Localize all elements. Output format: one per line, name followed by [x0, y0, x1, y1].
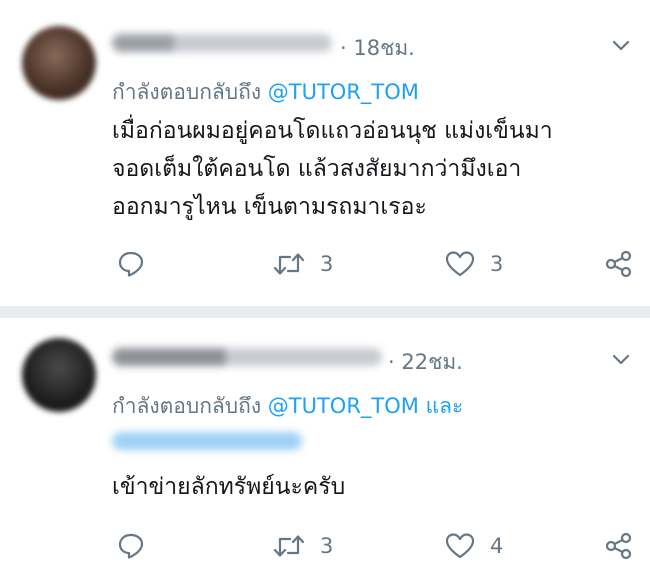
replying-to-label: กำลังตอบกลับถึง — [112, 80, 262, 104]
like-button[interactable]: 4 — [444, 526, 503, 566]
retweet-icon — [273, 253, 305, 275]
reply-icon — [118, 251, 144, 277]
heart-icon — [445, 251, 475, 277]
retweet-count: 3 — [320, 252, 334, 276]
tweet-divider — [0, 306, 650, 318]
author-name-blurred[interactable] — [112, 34, 332, 52]
like-button[interactable]: 3 — [444, 244, 503, 284]
share-icon — [605, 532, 632, 560]
retweet-icon — [273, 535, 305, 557]
replying-to: กำลังตอบกลับถึง @TUTOR_TOM และ — [112, 390, 463, 423]
replying-to: กำลังตอบกลับถึง @TUTOR_TOM — [112, 76, 419, 109]
tweet-reply[interactable]: · 18ชม. กำลังตอบกลับถึง @TUTOR_TOM เมื่อ… — [0, 0, 650, 306]
mention-link[interactable]: @TUTOR_TOM — [268, 394, 419, 418]
avatar[interactable] — [22, 26, 96, 100]
retweet-count: 3 — [320, 534, 334, 558]
tweet-timestamp[interactable]: · 22ชม. — [388, 346, 463, 379]
reply-icon — [118, 533, 144, 559]
mention-link[interactable]: @TUTOR_TOM — [268, 80, 419, 104]
tweet-reply[interactable]: · 22ชม. กำลังตอบกลับถึง @TUTOR_TOM และ เ… — [0, 318, 650, 575]
tweet-actions: 3 3 — [0, 244, 650, 284]
retweet-button[interactable]: 3 — [272, 244, 333, 284]
heart-icon — [445, 533, 475, 559]
author-name-blurred[interactable] — [112, 348, 382, 366]
reply-button[interactable] — [116, 244, 146, 284]
share-button[interactable] — [604, 526, 634, 566]
mention-link-blurred[interactable] — [112, 432, 302, 450]
reply-button[interactable] — [116, 526, 146, 566]
tweet-text: เข้าข่ายลักทรัพย์นะครับ — [112, 474, 346, 500]
chevron-down-icon[interactable] — [610, 34, 632, 56]
share-icon — [605, 250, 632, 278]
avatar[interactable] — [22, 338, 96, 412]
tweet-timestamp[interactable]: · 18ชม. — [340, 32, 415, 65]
replying-to-conjunction: และ — [425, 394, 464, 418]
replying-to-label: กำลังตอบกลับถึง — [112, 394, 262, 418]
like-count: 4 — [490, 534, 504, 558]
tweet-text: เมื่อก่อนผมอยู่คอนโดแถวอ่อนนุช แม่งเข็นม… — [112, 118, 553, 220]
like-count: 3 — [490, 252, 504, 276]
chevron-down-icon[interactable] — [610, 348, 632, 370]
tweet-actions: 3 4 — [0, 526, 650, 566]
retweet-button[interactable]: 3 — [272, 526, 333, 566]
share-button[interactable] — [604, 244, 634, 284]
